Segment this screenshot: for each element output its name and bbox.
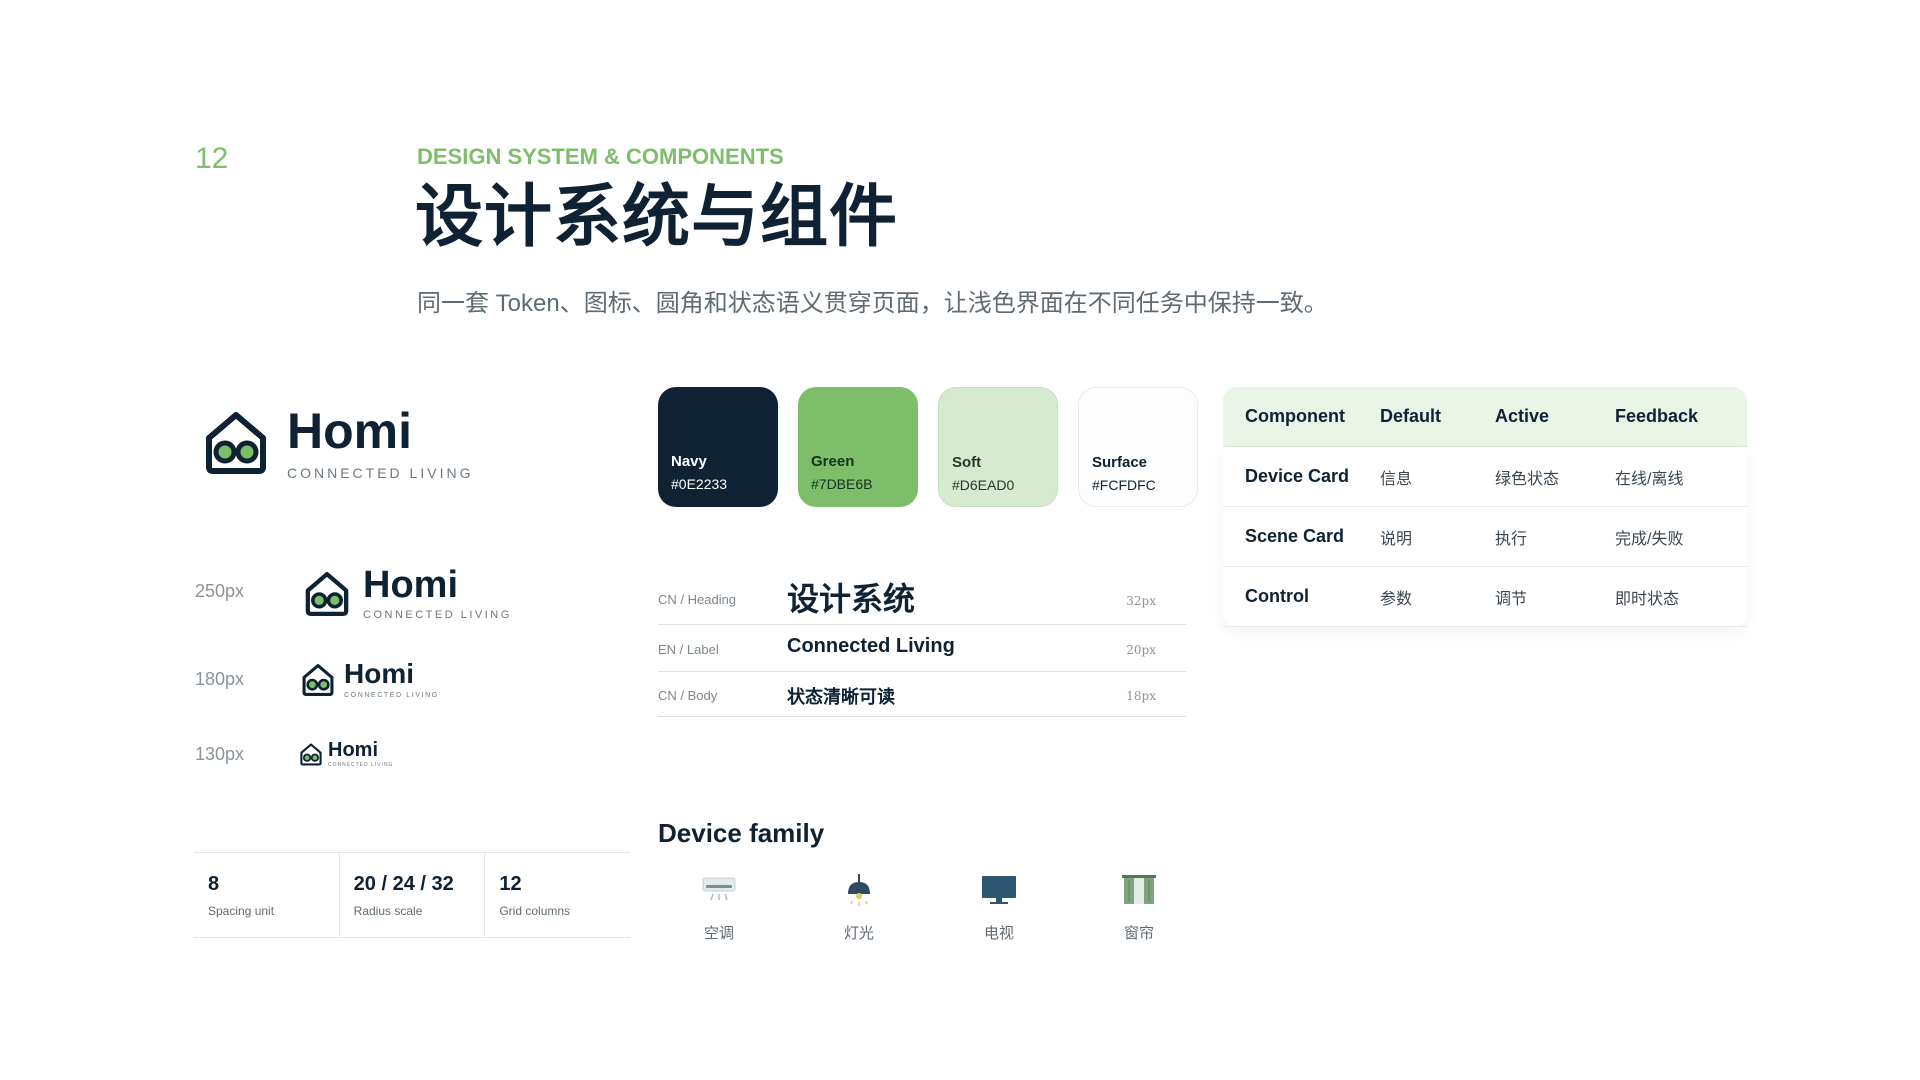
type-sample: 设计系统 — [787, 581, 916, 617]
device-air-conditioner: 空调 — [679, 872, 759, 943]
logo-tagline: CONNECTED LIVING — [328, 762, 394, 768]
type-row-label: EN / Label Connected Living 20px — [658, 624, 1186, 672]
color-swatch-surface: Surface #FCFDFC — [1078, 387, 1198, 507]
table-cell: 参数 — [1380, 590, 1413, 608]
header-cell: Feedback — [1615, 406, 1699, 426]
stat-grid: 12 Grid columns — [484, 853, 630, 937]
header-cell: Default — [1380, 406, 1442, 426]
logo-name: Homi — [344, 658, 414, 689]
table-cell: 绿色状态 — [1495, 470, 1560, 488]
tv-icon — [982, 876, 1016, 904]
type-tag: EN / Label — [658, 642, 719, 657]
logo-size-label: 250px — [195, 581, 245, 601]
stat-label: Grid columns — [499, 904, 571, 918]
stat-value: 20 / 24 / 32 — [353, 873, 454, 895]
type-row-heading: CN / Heading 设计系统 32px — [658, 570, 1186, 625]
device-label: 电视 — [983, 925, 1014, 942]
device-label: 空调 — [703, 925, 734, 942]
type-tag: CN / Body — [658, 688, 718, 703]
table-cell: 说明 — [1380, 530, 1413, 548]
swatch-hex: #7DBE6B — [811, 476, 873, 492]
table-cell: 在线/离线 — [1615, 470, 1684, 488]
header-cell: Active — [1495, 406, 1550, 426]
type-sample: 状态清晰可读 — [787, 687, 895, 707]
table-cell: Control — [1245, 586, 1309, 606]
air-conditioner-icon — [702, 877, 736, 901]
stat-label: Radius scale — [353, 904, 423, 918]
house-with-glasses-icon — [302, 663, 334, 696]
page-title: 设计系统与组件 — [415, 179, 899, 255]
pendant-lamp-icon — [848, 874, 870, 906]
device-label: 灯光 — [843, 925, 874, 942]
homi-logo-250: Homi CONNECTED LIVING — [305, 566, 512, 621]
stat-spacing: 8 Spacing unit — [194, 853, 339, 937]
color-swatch-green: Green #7DBE6B — [798, 387, 918, 507]
device-label: 窗帘 — [1123, 925, 1154, 942]
table-cell: 调节 — [1495, 590, 1528, 608]
component-state-table: Component Default Active Feedback Device… — [1223, 387, 1747, 627]
table-cell: 完成/失败 — [1615, 530, 1684, 548]
swatch-name: Green — [811, 453, 855, 470]
house-with-glasses-icon — [305, 571, 349, 616]
table-row: Control 参数 调节 即时状态 — [1223, 567, 1747, 627]
type-row-body: CN / Body 状态清晰可读 18px — [658, 671, 1186, 717]
table-cell: 即时状态 — [1615, 590, 1680, 608]
table-cell: 信息 — [1380, 470, 1413, 488]
house-with-glasses-icon — [206, 412, 266, 474]
device-curtain: 窗帘 — [1099, 872, 1179, 943]
swatch-hex: #FCFDFC — [1092, 477, 1156, 493]
type-tag: CN / Heading — [658, 592, 737, 607]
type-sample: Connected Living — [787, 635, 955, 657]
table-row: Scene Card 说明 执行 完成/失败 — [1223, 507, 1747, 567]
section-eyebrow: DESIGN SYSTEM & COMPONENTS — [417, 144, 784, 169]
table-body: Device Card 信息 绿色状态 在线/离线 Scene Card 说明 … — [1223, 447, 1747, 627]
stat-label: Spacing unit — [208, 904, 275, 918]
logo-tagline: CONNECTED LIVING — [344, 692, 439, 699]
logo-size-label: 180px — [195, 669, 245, 689]
homi-logo-180: Homi CONNECTED LIVING — [302, 660, 439, 699]
table-cell: Device Card — [1245, 466, 1350, 486]
swatch-name: Surface — [1092, 454, 1148, 471]
table-cell: Scene Card — [1245, 526, 1345, 546]
swatch-hex: #0E2233 — [671, 476, 728, 492]
device-tv: 电视 — [959, 872, 1039, 943]
logo-name: Homi — [287, 403, 412, 459]
homi-logo-130: Homi CONNECTED LIVING — [300, 740, 393, 768]
type-size: 20px — [1126, 643, 1156, 657]
curtain-icon — [1122, 875, 1156, 904]
design-token-stats: 8 Spacing unit 20 / 24 / 32 Radius scale… — [194, 852, 630, 938]
logo-tagline: CONNECTED LIVING — [363, 609, 512, 621]
color-swatch-soft: Soft #D6EAD0 — [938, 387, 1058, 507]
device-family-title: Device family — [658, 818, 825, 848]
color-swatch-navy: Navy #0E2233 — [658, 387, 778, 507]
swatch-hex: #D6EAD0 — [952, 477, 1015, 493]
table-header: Component Default Active Feedback — [1223, 387, 1747, 447]
type-size: 18px — [1126, 689, 1156, 703]
type-size: 32px — [1126, 594, 1156, 608]
homi-logo-main: Homi CONNECTED LIVING — [205, 406, 473, 480]
logo-name: Homi — [328, 739, 378, 761]
page-subtitle: 同一套 Token、图标、圆角和状态语义贯穿页面，让浅色界面在不同任务中保持一致… — [417, 290, 1328, 317]
table-cell: 执行 — [1495, 530, 1528, 548]
header-cell: Component — [1245, 406, 1345, 426]
table-row: Device Card 信息 绿色状态 在线/离线 — [1223, 447, 1747, 507]
swatch-name: Navy — [671, 453, 707, 470]
stat-value: 12 — [499, 873, 522, 895]
swatch-name: Soft — [952, 454, 982, 471]
logo-tagline: CONNECTED LIVING — [287, 465, 474, 481]
house-with-glasses-icon — [300, 742, 322, 765]
stat-value: 8 — [208, 873, 220, 895]
page-number: 12 — [195, 142, 229, 175]
logo-size-label: 130px — [195, 744, 245, 764]
logo-name: Homi — [363, 564, 458, 606]
stat-radius: 20 / 24 / 32 Radius scale — [338, 853, 485, 937]
device-light: 灯光 — [819, 872, 899, 943]
